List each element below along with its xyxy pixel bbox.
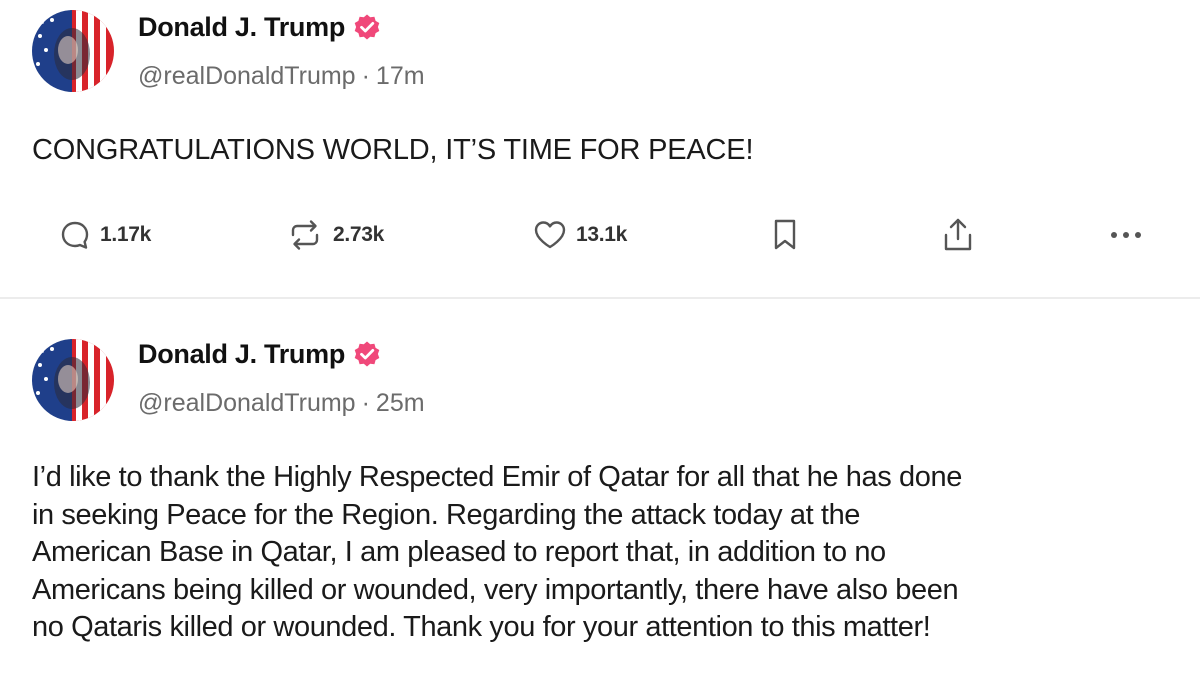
author-name[interactable]: Donald J. Trump (138, 10, 345, 44)
author-name[interactable]: Donald J. Trump (138, 337, 345, 371)
post[interactable]: Donald J. Trump @realDonaldTrump · 25m I’d… (0, 299, 1200, 673)
verified-badge-icon (353, 340, 381, 368)
author-handle[interactable]: @realDonaldTrump (138, 389, 356, 417)
post-text-line: American Base in Qatar, I am pleased to … (32, 536, 886, 568)
repost-count: 2.73k (333, 223, 385, 246)
post-text: I’d like to thank the Highly Respected E… (32, 459, 1172, 647)
post-text-line: in seeking Peace for the Region. Regardi… (32, 498, 861, 531)
share-button[interactable] (940, 210, 976, 260)
post-text-line: Americans being killed or wounded, very … (32, 573, 959, 606)
action-bar: 1.17k 2.73k 13.1k (0, 210, 1200, 260)
more-icon (1108, 229, 1144, 241)
bookmark-button[interactable] (770, 210, 800, 260)
heart-icon (532, 218, 568, 252)
avatar[interactable] (32, 10, 114, 92)
bookmark-icon (770, 217, 800, 253)
post-text-line: no Qataris killed or wounded. Thank you … (32, 611, 931, 643)
post-timestamp[interactable]: 25m (376, 389, 425, 417)
repost-icon (285, 218, 325, 252)
verified-badge-icon (353, 13, 381, 41)
post-meta: @realDonaldTrump · 25m (138, 387, 425, 419)
meta-separator: · (361, 389, 370, 417)
meta-separator: · (361, 62, 370, 90)
author-row: Donald J. Trump (138, 10, 381, 44)
post-timestamp[interactable]: 17m (376, 62, 425, 90)
post-meta: @realDonaldTrump · 17m (138, 60, 425, 92)
avatar-image (32, 339, 114, 421)
like-count: 13.1k (576, 223, 628, 246)
more-options-button[interactable] (1108, 210, 1144, 260)
share-icon (940, 216, 976, 254)
reply-button[interactable]: 1.17k (58, 210, 151, 260)
avatar-image (32, 10, 114, 92)
reply-count: 1.17k (100, 223, 152, 246)
post-text-line: I’d like to thank the Highly Respected E… (32, 461, 962, 493)
post-text: CONGRATULATIONS WORLD, IT’S TIME FOR PEA… (32, 134, 754, 166)
reply-icon (58, 218, 92, 252)
repost-button[interactable]: 2.73k (285, 210, 384, 260)
like-button[interactable]: 13.1k (532, 210, 627, 260)
author-row: Donald J. Trump (138, 337, 381, 371)
post[interactable]: Donald J. Trump @realDonaldTrump · 17m CON… (0, 0, 1200, 298)
author-handle[interactable]: @realDonaldTrump (138, 62, 356, 90)
avatar[interactable] (32, 339, 114, 421)
